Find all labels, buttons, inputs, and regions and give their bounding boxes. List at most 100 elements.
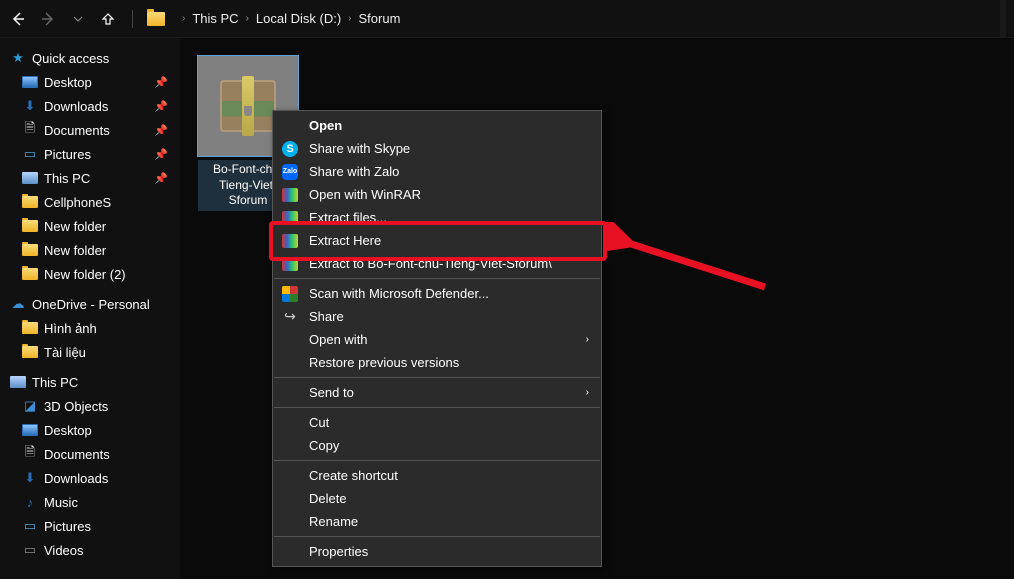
- blank-icon: [281, 354, 299, 372]
- downloads-icon: ⬇: [22, 471, 38, 485]
- blank-icon: [281, 513, 299, 531]
- back-button[interactable]: [8, 9, 28, 29]
- pin-icon: 📌: [154, 100, 168, 113]
- ctx-extract-to[interactable]: Extract to Bo-Font-chu-Tieng-Viet-Sforum…: [273, 252, 601, 275]
- sidebar-item-3d-objects[interactable]: ◪3D Objects: [4, 394, 176, 418]
- label: Desktop: [44, 423, 92, 438]
- pc-icon: [22, 172, 38, 184]
- label: Pictures: [44, 147, 91, 162]
- folder-icon: [22, 196, 38, 208]
- label: Videos: [44, 543, 84, 558]
- separator: [274, 278, 600, 279]
- folder-icon: [22, 268, 38, 280]
- ctx-open-with[interactable]: Open with›: [273, 328, 601, 351]
- blank-icon: [281, 467, 299, 485]
- cloud-icon: ☁: [10, 297, 26, 311]
- folder-icon: [22, 220, 38, 232]
- sidebar-item-desktop[interactable]: Desktop: [4, 418, 176, 442]
- sidebar-item-new-folder-2[interactable]: New folder (2): [4, 262, 176, 286]
- ctx-extract-files[interactable]: Extract files...: [273, 206, 601, 229]
- rar-archive-icon: [220, 80, 276, 132]
- label: New folder (2): [44, 267, 126, 282]
- label: New folder: [44, 219, 106, 234]
- label: This PC: [32, 375, 78, 390]
- sidebar-item-music[interactable]: ♪ Music: [4, 490, 176, 514]
- pin-icon: 📌: [154, 76, 168, 89]
- label: Quick access: [32, 51, 109, 66]
- sidebar-item-documents[interactable]: 🗎Documents: [4, 442, 176, 466]
- sidebar-quick-access[interactable]: ★Quick access: [4, 46, 176, 70]
- separator: [132, 10, 133, 28]
- up-button[interactable]: [98, 9, 118, 29]
- forward-button[interactable]: [38, 9, 58, 29]
- sidebar-item-pictures[interactable]: ▭Pictures: [4, 514, 176, 538]
- breadcrumb[interactable]: › This PC › Local Disk (D:) › Sforum: [179, 11, 400, 26]
- navigation-pane: ★Quick access Desktop📌 ⬇Downloads📌 🗎Docu…: [0, 38, 180, 579]
- sidebar-item-downloads[interactable]: ⬇ Downloads 📌: [4, 94, 176, 118]
- ctx-restore[interactable]: Restore previous versions: [273, 351, 601, 374]
- sidebar-onedrive[interactable]: ☁OneDrive - Personal: [4, 292, 176, 316]
- pc-icon: [10, 376, 26, 388]
- blank-icon: [281, 543, 299, 561]
- sidebar-item-this-pc[interactable]: This PC📌: [4, 166, 176, 190]
- blank-icon: [281, 490, 299, 508]
- chevron-right-icon: ›: [586, 334, 589, 345]
- label: New folder: [44, 243, 106, 258]
- chevron-right-icon: ›: [348, 13, 351, 24]
- ctx-rename[interactable]: Rename: [273, 510, 601, 533]
- ctx-share-skype[interactable]: SShare with Skype: [273, 137, 601, 160]
- ctx-cut[interactable]: Cut: [273, 411, 601, 434]
- crumb-this-pc[interactable]: This PC: [192, 11, 238, 26]
- sidebar-item-new-folder[interactable]: New folder: [4, 238, 176, 262]
- winrar-icon: [281, 232, 299, 250]
- 3d-objects-icon: ◪: [22, 399, 38, 413]
- sidebar-item-cellphones[interactable]: CellphoneS: [4, 190, 176, 214]
- separator: [274, 460, 600, 461]
- winrar-icon: [281, 209, 299, 227]
- ctx-open[interactable]: Open: [273, 114, 601, 137]
- blank-icon: [281, 437, 299, 455]
- label: Downloads: [44, 99, 108, 114]
- pictures-icon: ▭: [22, 519, 38, 533]
- ctx-delete[interactable]: Delete: [273, 487, 601, 510]
- downloads-icon: ⬇: [22, 99, 38, 113]
- context-menu: Open SShare with Skype ZaloShare with Za…: [272, 110, 602, 567]
- winrar-icon: [281, 186, 299, 204]
- chevron-right-icon: ›: [182, 13, 185, 24]
- label: Documents: [44, 123, 110, 138]
- ctx-create-shortcut[interactable]: Create shortcut: [273, 464, 601, 487]
- sidebar-item-documents[interactable]: 🗎Documents📌: [4, 118, 176, 142]
- sidebar-this-pc[interactable]: This PC: [4, 370, 176, 394]
- label: Music: [44, 495, 78, 510]
- music-icon: ♪: [22, 495, 38, 509]
- label: CellphoneS: [44, 195, 111, 210]
- sidebar-item-new-folder[interactable]: New folder: [4, 214, 176, 238]
- ctx-share[interactable]: ↪Share: [273, 305, 601, 328]
- recent-dropdown[interactable]: [68, 9, 88, 29]
- videos-icon: ▭: [22, 543, 38, 557]
- label: Tài liệu: [44, 345, 86, 360]
- folder-icon: [22, 322, 38, 334]
- location-folder-icon[interactable]: [147, 12, 165, 26]
- ctx-extract-here[interactable]: Extract Here: [273, 229, 601, 252]
- sidebar-item-tai-lieu[interactable]: Tài liệu: [4, 340, 176, 364]
- sidebar-item-desktop[interactable]: Desktop📌: [4, 70, 176, 94]
- ctx-defender[interactable]: Scan with Microsoft Defender...: [273, 282, 601, 305]
- zalo-icon: Zalo: [281, 163, 299, 181]
- sidebar-item-downloads[interactable]: ⬇Downloads: [4, 466, 176, 490]
- sidebar-item-videos[interactable]: ▭ Videos: [4, 538, 176, 562]
- label: This PC: [44, 171, 90, 186]
- sidebar-item-hinh-anh[interactable]: Hình ảnh: [4, 316, 176, 340]
- crumb-local-disk[interactable]: Local Disk (D:): [256, 11, 341, 26]
- ctx-share-zalo[interactable]: ZaloShare with Zalo: [273, 160, 601, 183]
- crumb-sforum[interactable]: Sforum: [359, 11, 401, 26]
- ctx-send-to[interactable]: Send to›: [273, 381, 601, 404]
- sidebar-item-pictures[interactable]: ▭Pictures📌: [4, 142, 176, 166]
- ctx-open-winrar[interactable]: Open with WinRAR: [273, 183, 601, 206]
- ctx-copy[interactable]: Copy: [273, 434, 601, 457]
- chevron-right-icon: ›: [246, 13, 249, 24]
- chevron-right-icon: ›: [586, 387, 589, 398]
- ctx-properties[interactable]: Properties: [273, 540, 601, 563]
- label: Hình ảnh: [44, 321, 97, 336]
- pin-icon: 📌: [154, 148, 168, 161]
